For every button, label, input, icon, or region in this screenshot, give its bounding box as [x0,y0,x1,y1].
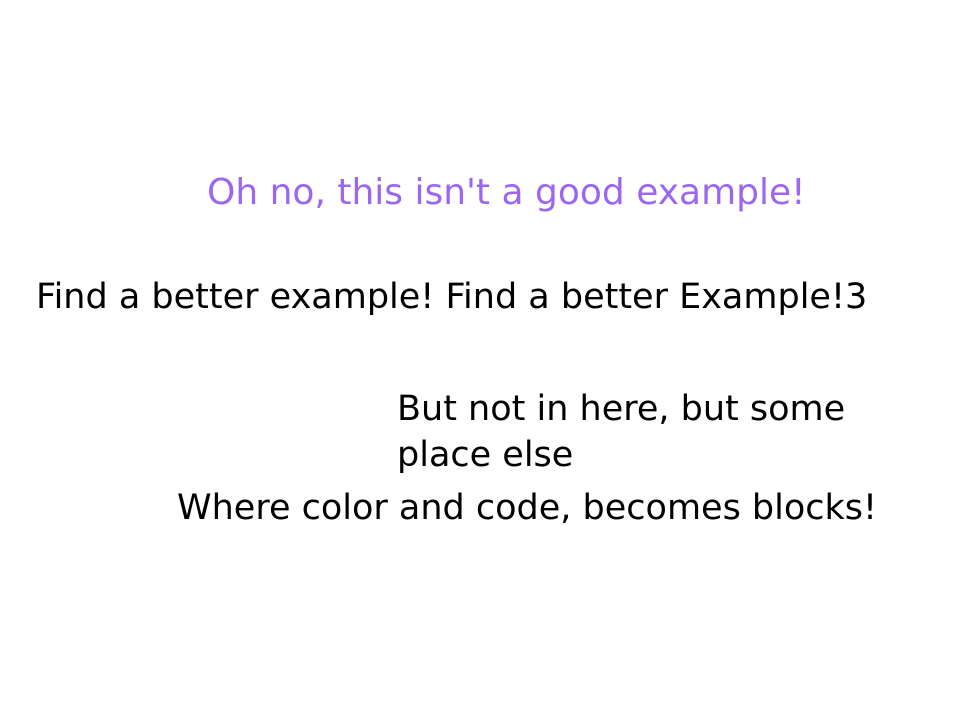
headline-text: Oh no, this isn't a good example! [207,172,806,213]
where-color-text: Where color and code, becomes blocks! [177,488,878,528]
find-better-text: Find a better example! Find a better Exa… [36,277,868,317]
not-here-text: But not in here, but some place else [397,389,846,475]
